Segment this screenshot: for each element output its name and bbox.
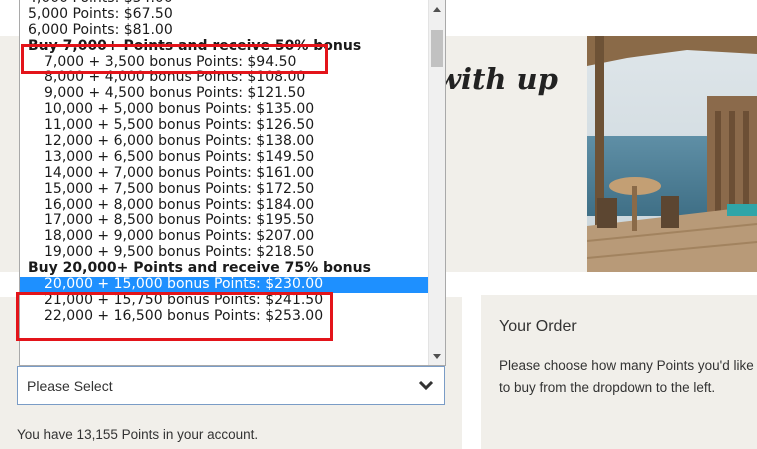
dropdown-option[interactable]: 15,000 + 7,500 bonus Points: $172.50 bbox=[20, 181, 430, 198]
scroll-down-arrow-icon[interactable] bbox=[429, 347, 445, 364]
dropdown-option[interactable]: 13,000 + 6,500 bonus Points: $149.50 bbox=[20, 149, 430, 166]
dropdown-option[interactable]: 6,000 Points: $81.00 bbox=[20, 22, 430, 39]
dropdown-option[interactable]: 18,000 + 9,000 bonus Points: $207.00 bbox=[20, 228, 430, 245]
order-title: Your Order bbox=[499, 318, 577, 335]
points-dropdown-list[interactable]: 4,000 Points: $54.005,000 Points: $67.50… bbox=[19, 0, 446, 366]
dropdown-scrollbar[interactable] bbox=[428, 0, 445, 365]
resort-photo bbox=[587, 36, 757, 272]
points-select-value: Please Select bbox=[27, 377, 113, 394]
dropdown-option[interactable]: 9,000 + 4,500 bonus Points: $121.50 bbox=[20, 85, 430, 102]
option-group-label: Buy 20,000+ Points and receive 75% bonus bbox=[28, 260, 371, 277]
dropdown-option-selected[interactable]: 20,000 + 15,000 bonus Points: $230.00 bbox=[20, 276, 430, 293]
chevron-down-icon bbox=[418, 380, 434, 391]
dropdown-option[interactable]: 7,000 + 3,500 bonus Points: $94.50 bbox=[20, 54, 430, 71]
dropdown-option[interactable]: 10,000 + 5,000 bonus Points: $135.00 bbox=[20, 101, 430, 118]
dropdown-option[interactable]: 21,000 + 15,750 bonus Points: $241.50 bbox=[20, 292, 430, 309]
scroll-up-arrow-icon[interactable] bbox=[429, 2, 445, 19]
dropdown-option[interactable]: 5,000 Points: $67.50 bbox=[20, 6, 430, 23]
dropdown-option[interactable]: 12,000 + 6,000 bonus Points: $138.00 bbox=[20, 133, 430, 150]
points-select[interactable]: Please Select bbox=[17, 366, 445, 405]
account-points-text: You have 13,155 Points in your account. bbox=[17, 427, 259, 442]
dropdown-options: 4,000 Points: $54.005,000 Points: $67.50… bbox=[20, 0, 430, 325]
dropdown-option[interactable]: 8,000 + 4,000 bonus Points: $108.00 bbox=[20, 70, 430, 86]
resort-photo-graphic bbox=[587, 36, 757, 272]
order-instructions: Please choose how many Points you'd like… bbox=[499, 358, 754, 395]
scroll-thumb[interactable] bbox=[431, 30, 443, 67]
dropdown-option[interactable]: 14,000 + 7,000 bonus Points: $161.00 bbox=[20, 165, 430, 182]
hero-heading: with up bbox=[436, 62, 558, 96]
dropdown-option[interactable]: 11,000 + 5,500 bonus Points: $126.50 bbox=[20, 117, 430, 134]
dropdown-option[interactable]: 17,000 + 8,500 bonus Points: $195.50 bbox=[20, 213, 430, 229]
dropdown-option[interactable]: 22,000 + 16,500 bonus Points: $253.00 bbox=[20, 308, 430, 325]
dropdown-option[interactable]: 19,000 + 9,500 bonus Points: $218.50 bbox=[20, 244, 430, 261]
option-group-label: Buy 7,000+ Points and receive 50% bonus bbox=[28, 37, 362, 54]
dropdown-option[interactable]: 16,000 + 8,000 bonus Points: $184.00 bbox=[20, 197, 430, 214]
